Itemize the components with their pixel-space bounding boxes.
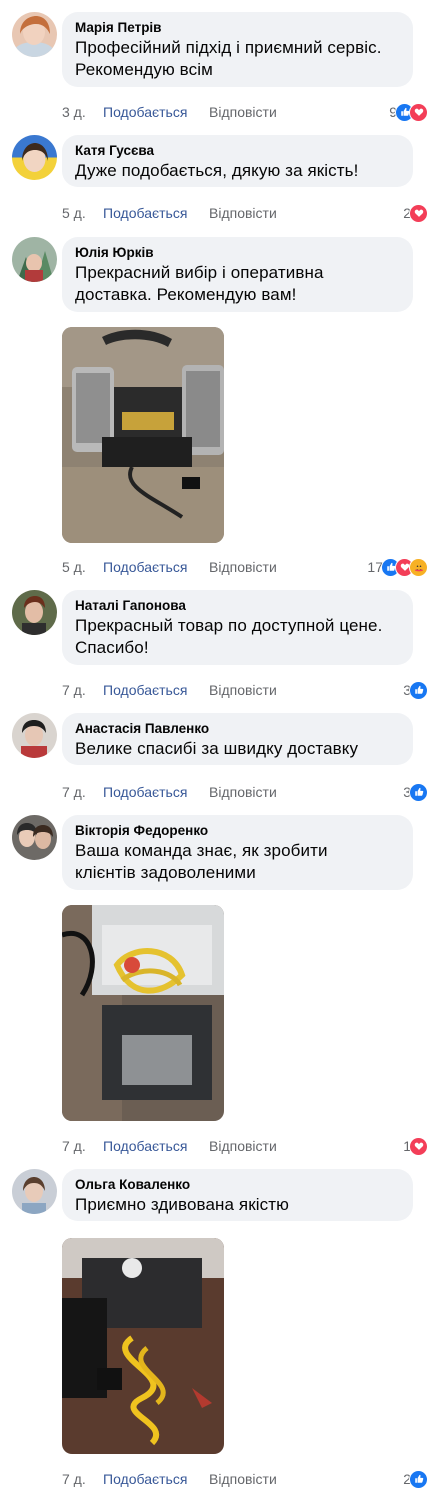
comment-meta: 7 д. Подобається Відповісти 2 — [62, 1468, 430, 1490]
reactions-summary[interactable]: 2 — [403, 202, 428, 224]
comment-meta: 3 д. Подобається Відповісти 9 — [62, 101, 430, 123]
avatar[interactable] — [12, 713, 57, 758]
reactions-summary[interactable]: 3 — [403, 781, 428, 803]
like-button[interactable]: Подобається — [103, 101, 187, 123]
love-icon — [409, 102, 428, 122]
comment-meta: 7 д. Подобається Відповісти 3 — [62, 781, 430, 803]
like-icon — [409, 1469, 428, 1489]
reply-button[interactable]: Відповісти — [209, 679, 277, 701]
comment-text: Прекрасний вибір і оперативна доставка. … — [75, 262, 401, 306]
care-icon — [409, 557, 428, 577]
comment-meta: 5 д. Подобається Відповісти 2 — [62, 202, 430, 224]
reactions-summary[interactable]: 3 — [403, 679, 428, 701]
comment-photo[interactable] — [62, 327, 224, 543]
love-icon — [409, 203, 428, 223]
like-button[interactable]: Подобається — [103, 1135, 187, 1157]
comment-line: Велике спасибі за швидку доставку — [75, 739, 359, 758]
comment-bubble: Юлія Юрків Прекрасний вибір і оперативна… — [62, 237, 413, 312]
reactions-summary[interactable]: 1 — [403, 1135, 428, 1157]
like-button[interactable]: Подобається — [103, 679, 187, 701]
avatar[interactable] — [12, 135, 57, 180]
reply-button[interactable]: Відповісти — [209, 1135, 277, 1157]
comment-author[interactable]: Юлія Юрків — [75, 244, 401, 262]
comment-text: Приємно здивована якістю — [75, 1194, 401, 1216]
reply-button[interactable]: Відповісти — [209, 556, 277, 578]
reply-button[interactable]: Відповісти — [209, 781, 277, 803]
comment-text: Дуже подобається, дякую за якість! — [75, 160, 401, 182]
comment-bubble: Катя Гусєва Дуже подобається, дякую за я… — [62, 135, 413, 187]
like-icon — [409, 680, 428, 700]
comment-time[interactable]: 7 д. — [62, 1135, 86, 1157]
comment-author[interactable]: Марія Петрів — [75, 19, 401, 37]
comment-line: Рекомендую всім — [75, 60, 213, 79]
comment-author[interactable]: Катя Гусєва — [75, 142, 401, 160]
love-icon — [409, 1136, 428, 1156]
comment-author[interactable]: Ольга Коваленко — [75, 1176, 401, 1194]
comment-bubble: Марія Петрів Професійний підхід і приємн… — [62, 12, 413, 87]
comment-text: Професійний підхід і приємний сервіс. Ре… — [75, 37, 401, 81]
comment-line: Прекрасный товар по доступной цене. — [75, 616, 383, 635]
comment-time[interactable]: 7 д. — [62, 781, 86, 803]
comment-line: Дуже подобається, дякую за якість! — [75, 161, 359, 180]
comment-author[interactable]: Наталі Гапонова — [75, 597, 401, 615]
comment-time[interactable]: 3 д. — [62, 101, 86, 123]
comment-author[interactable]: Анастасія Павленко — [75, 720, 401, 738]
comment-line: Приємно здивована якістю — [75, 1195, 289, 1214]
comment-line: Ваша команда знає, як зробити — [75, 841, 328, 860]
comment-line: Прекрасний вибір і оперативна — [75, 263, 324, 282]
comment-time[interactable]: 7 д. — [62, 1468, 86, 1490]
comment-time[interactable]: 7 д. — [62, 679, 86, 701]
like-button[interactable]: Подобається — [103, 781, 187, 803]
avatar[interactable] — [12, 815, 57, 860]
comment-line: Професійний підхід і приємний сервіс. — [75, 38, 382, 57]
reply-button[interactable]: Відповісти — [209, 101, 277, 123]
reactions-summary[interactable]: 9 — [389, 101, 428, 123]
reply-button[interactable]: Відповісти — [209, 1468, 277, 1490]
comment-text: Велике спасибі за швидку доставку — [75, 738, 401, 760]
like-button[interactable]: Подобається — [103, 556, 187, 578]
avatar[interactable] — [12, 1169, 57, 1214]
comment-author[interactable]: Вікторія Федоренко — [75, 822, 401, 840]
comment-line: Спасибо! — [75, 638, 149, 657]
comment-time[interactable]: 5 д. — [62, 202, 86, 224]
comment-bubble: Ольга Коваленко Приємно здивована якістю — [62, 1169, 413, 1221]
comment-meta: 5 д. Подобається Відповісти 17 — [62, 556, 430, 578]
comment-bubble: Анастасія Павленко Велике спасибі за шви… — [62, 713, 413, 765]
like-button[interactable]: Подобається — [103, 1468, 187, 1490]
avatar[interactable] — [12, 12, 57, 57]
reactions-summary[interactable]: 2 — [403, 1468, 428, 1490]
comment-bubble: Вікторія Федоренко Ваша команда знає, як… — [62, 815, 413, 890]
reply-button[interactable]: Відповісти — [209, 202, 277, 224]
comment-photo[interactable] — [62, 905, 224, 1121]
like-button[interactable]: Подобається — [103, 202, 187, 224]
comment-bubble: Наталі Гапонова Прекрасный товар по дост… — [62, 590, 413, 665]
comment-meta: 7 д. Подобається Відповісти 3 — [62, 679, 430, 701]
comment-line: доставка. Рекомендую вам! — [75, 285, 297, 304]
avatar[interactable] — [12, 237, 57, 282]
comment-text: Ваша команда знає, як зробити клієнтів з… — [75, 840, 401, 884]
avatar[interactable] — [12, 590, 57, 635]
comment-time[interactable]: 5 д. — [62, 556, 86, 578]
comment-meta: 7 д. Подобається Відповісти 1 — [62, 1135, 430, 1157]
reactions-summary[interactable]: 17 — [367, 556, 428, 578]
comment-photo[interactable] — [62, 1238, 224, 1454]
comment-text: Прекрасный товар по доступной цене. Спас… — [75, 615, 401, 659]
comment-line: клієнтів задоволеними — [75, 863, 256, 882]
like-icon — [409, 782, 428, 802]
